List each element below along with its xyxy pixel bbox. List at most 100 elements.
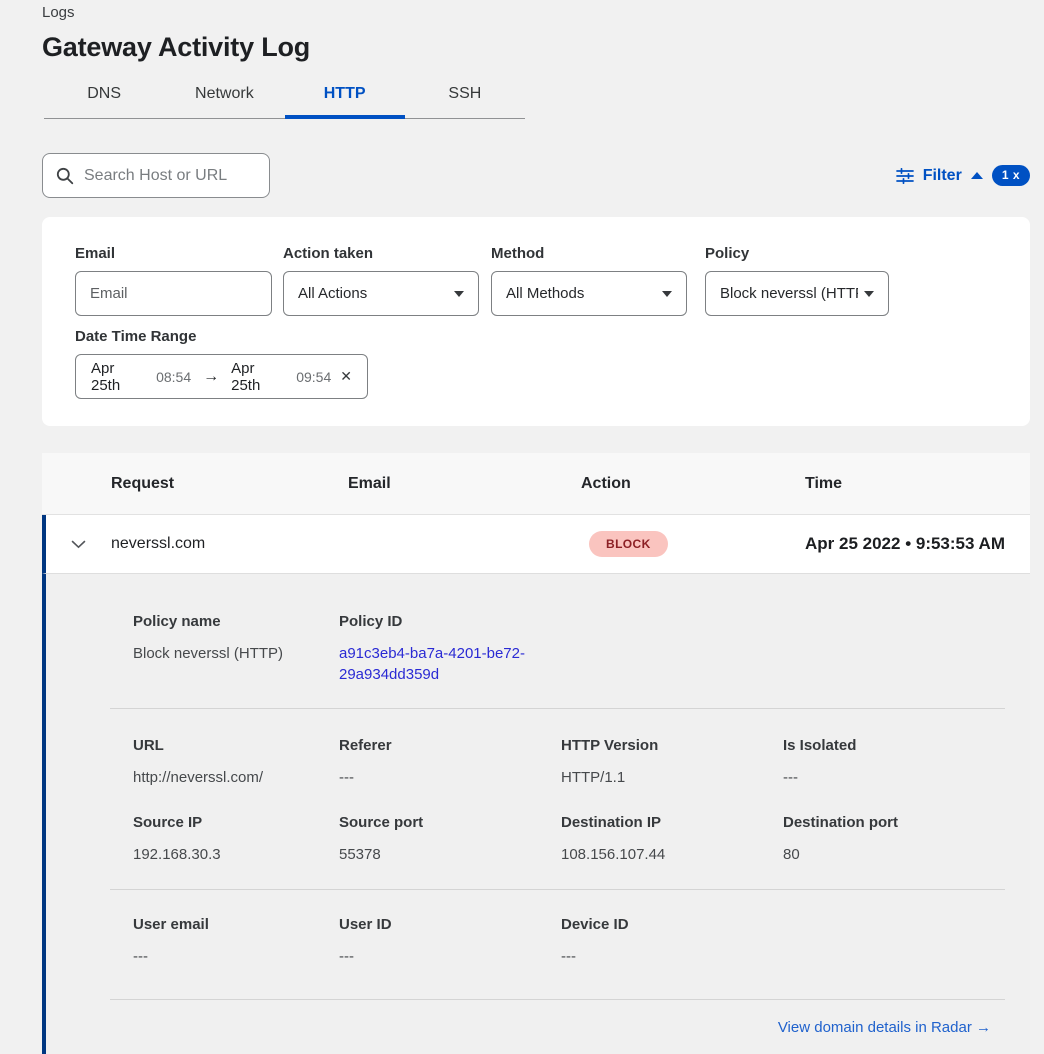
http-version-value: HTTP/1.1 bbox=[561, 767, 783, 788]
user-section: User email --- User ID --- Device ID --- bbox=[133, 916, 1005, 967]
column-header-email: Email bbox=[348, 475, 581, 493]
arrow-right-icon: → bbox=[203, 368, 219, 386]
policy-id-label: Policy ID bbox=[339, 613, 561, 631]
source-ip-value: 192.168.30.3 bbox=[133, 844, 339, 865]
user-email-label: User email bbox=[133, 916, 339, 934]
radar-link[interactable]: View domain details in Radar → bbox=[778, 1019, 991, 1036]
detail-cell: Destination IP 108.156.107.44 bbox=[561, 814, 783, 865]
chevron-up-icon bbox=[971, 172, 983, 179]
date-range-label: Date Time Range bbox=[75, 328, 997, 346]
row-action: BLOCK bbox=[581, 531, 805, 557]
filter-label: Filter bbox=[923, 167, 962, 185]
policy-name-label: Policy name bbox=[133, 613, 339, 631]
block-status-badge: BLOCK bbox=[589, 531, 668, 557]
detail-cell: Referer --- bbox=[339, 737, 561, 788]
action-taken-filter: Action taken All Actions bbox=[283, 245, 479, 316]
policy-filter: Policy Block neverssl (HTTP) bbox=[705, 245, 889, 316]
source-port-value: 55378 bbox=[339, 844, 561, 865]
url-value: http://neverssl.com/ bbox=[133, 767, 339, 788]
row-expand-chevron-icon[interactable] bbox=[46, 540, 111, 549]
policy-label: Policy bbox=[705, 245, 889, 263]
log-table: Request Email Action Time neverssl.com B… bbox=[42, 453, 1030, 1054]
filter-fields: Email Action taken All Actions Method Al… bbox=[75, 245, 997, 316]
divider bbox=[110, 999, 1005, 1000]
detail-cell: Device ID --- bbox=[561, 916, 783, 967]
search-icon bbox=[56, 167, 74, 185]
user-id-value: --- bbox=[339, 946, 561, 967]
destination-ip-value: 108.156.107.44 bbox=[561, 844, 783, 865]
policy-select[interactable]: Block neverssl (HTTP) bbox=[705, 271, 889, 316]
http-version-label: HTTP Version bbox=[561, 737, 783, 755]
filter-count-badge[interactable]: 1 x bbox=[992, 165, 1030, 186]
breadcrumb[interactable]: Logs bbox=[42, 0, 1030, 22]
main-content: Logs Gateway Activity Log DNS Network HT… bbox=[42, 0, 1030, 1054]
chevron-down-icon bbox=[864, 291, 874, 297]
divider bbox=[110, 889, 1005, 890]
email-filter: Email bbox=[75, 245, 272, 316]
detail-cell bbox=[783, 916, 1005, 967]
column-header-request: Request bbox=[111, 475, 348, 493]
detail-cell: Policy name Block neverssl (HTTP) bbox=[133, 613, 339, 685]
method-select[interactable]: All Methods bbox=[491, 271, 687, 316]
end-time[interactable]: 09:54 bbox=[296, 369, 331, 385]
end-date[interactable]: Apr 25th bbox=[231, 360, 287, 394]
date-range-picker[interactable]: Apr 25th 08:54 → Apr 25th 09:54 ✕ bbox=[75, 354, 368, 399]
chevron-down-icon bbox=[662, 291, 672, 297]
destination-port-label: Destination port bbox=[783, 814, 1005, 832]
http-section: URL http://neverssl.com/ Referer --- HTT… bbox=[133, 737, 1005, 865]
detail-cell: HTTP Version HTTP/1.1 bbox=[561, 737, 783, 788]
policy-name-value: Block neverssl (HTTP) bbox=[133, 643, 339, 664]
detail-cell: Is Isolated --- bbox=[783, 737, 1005, 788]
table-header-row: Request Email Action Time bbox=[42, 453, 1030, 515]
tab-http[interactable]: HTTP bbox=[285, 75, 405, 118]
column-header-action: Action bbox=[581, 475, 805, 493]
is-isolated-label: Is Isolated bbox=[783, 737, 1005, 755]
action-taken-select[interactable]: All Actions bbox=[283, 271, 479, 316]
referer-label: Referer bbox=[339, 737, 561, 755]
action-taken-value: All Actions bbox=[298, 285, 367, 302]
policy-id-link[interactable]: a91c3eb4-ba7a-4201-be72-29a934dd359d bbox=[339, 643, 561, 685]
page: { "header": { "breadcrumb": "Logs", "tit… bbox=[0, 0, 1044, 1054]
is-isolated-value: --- bbox=[783, 767, 1005, 788]
radar-link-row: View domain details in Radar → bbox=[110, 1019, 1005, 1037]
row-request[interactable]: neverssl.com bbox=[111, 535, 348, 553]
filter-panel: Email Action taken All Actions Method Al… bbox=[42, 217, 1030, 426]
destination-ip-label: Destination IP bbox=[561, 814, 783, 832]
method-filter: Method All Methods bbox=[491, 245, 687, 316]
source-ip-label: Source IP bbox=[133, 814, 339, 832]
detail-cell: User email --- bbox=[133, 916, 339, 967]
row-time: Apr 25 2022 • 9:53:53 AM bbox=[805, 534, 1030, 554]
detail-cell: URL http://neverssl.com/ bbox=[133, 737, 339, 788]
method-label: Method bbox=[491, 245, 687, 263]
source-port-label: Source port bbox=[339, 814, 561, 832]
start-time[interactable]: 08:54 bbox=[156, 369, 191, 385]
divider bbox=[110, 708, 1005, 709]
tab-dns[interactable]: DNS bbox=[44, 75, 164, 118]
action-taken-label: Action taken bbox=[283, 245, 479, 263]
filter-sliders-icon bbox=[896, 168, 914, 184]
tab-network[interactable]: Network bbox=[164, 75, 284, 118]
row-details: Policy name Block neverssl (HTTP) Policy… bbox=[42, 574, 1030, 1054]
tab-ssh[interactable]: SSH bbox=[405, 75, 525, 118]
destination-port-value: 80 bbox=[783, 844, 1005, 865]
device-id-value: --- bbox=[561, 946, 783, 967]
email-filter-input[interactable] bbox=[90, 285, 257, 302]
page-title: Gateway Activity Log bbox=[42, 31, 1030, 63]
referer-value: --- bbox=[339, 767, 561, 788]
start-date[interactable]: Apr 25th bbox=[91, 360, 147, 394]
policy-value: Block neverssl (HTTP) bbox=[720, 285, 858, 302]
filter-toggle[interactable]: Filter 1 x bbox=[896, 165, 1030, 186]
table-row[interactable]: neverssl.com BLOCK Apr 25 2022 • 9:53:53… bbox=[42, 515, 1030, 574]
chevron-down-icon bbox=[454, 291, 464, 297]
detail-cell: User ID --- bbox=[339, 916, 561, 967]
search-input[interactable] bbox=[84, 167, 256, 185]
email-filter-input-box bbox=[75, 271, 272, 316]
search-filter-row: Filter 1 x bbox=[42, 153, 1030, 198]
method-value: All Methods bbox=[506, 285, 584, 302]
device-id-label: Device ID bbox=[561, 916, 783, 934]
detail-cell: Policy ID a91c3eb4-ba7a-4201-be72-29a934… bbox=[339, 613, 561, 685]
tab-bar: DNS Network HTTP SSH bbox=[44, 75, 525, 119]
close-icon[interactable]: ✕ bbox=[340, 368, 352, 385]
search-box[interactable] bbox=[42, 153, 270, 198]
user-id-label: User ID bbox=[339, 916, 561, 934]
